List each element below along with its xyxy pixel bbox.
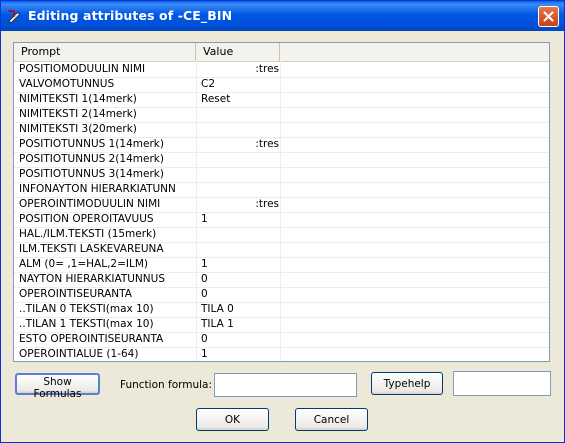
- table-row[interactable]: ..TILAN 0 TEKSTI(max 10) TILA 0: [14, 302, 549, 318]
- table-row[interactable]: NIMITEKSTI 3(20merk): [14, 122, 549, 138]
- row-value[interactable]: 1: [201, 257, 279, 272]
- row-prompt: NAYTON HIERARKIATUNNUS: [19, 273, 165, 285]
- row-prompt: HAL./ILM.TEKSTI (15merk): [19, 228, 157, 240]
- row-value[interactable]: C2: [201, 77, 279, 92]
- dialog-window: Editing attributes of -CE_BIN Prompt Val…: [0, 0, 565, 443]
- row-value[interactable]: :tres: [201, 62, 279, 77]
- attributes-list[interactable]: Prompt Value POSITIOMODUULIN NIMI:tres VA…: [13, 42, 550, 362]
- row-value[interactable]: TILA 0: [201, 302, 279, 317]
- table-row[interactable]: POSITIOMODUULIN NIMI :tres: [14, 62, 549, 78]
- row-value[interactable]: TILA 1: [201, 317, 279, 332]
- row-value[interactable]: 1: [201, 347, 279, 361]
- column-header-prompt[interactable]: Prompt: [14, 43, 196, 61]
- close-button[interactable]: [538, 6, 559, 27]
- row-value[interactable]: [201, 167, 279, 182]
- row-prompt: POSITIOTUNNUS 2(14merk): [19, 153, 164, 165]
- row-value[interactable]: [201, 122, 279, 137]
- table-row[interactable]: ..TILAN 1 TEKSTI(max 10) TILA 1: [14, 317, 549, 333]
- row-value[interactable]: [201, 227, 279, 242]
- row-value[interactable]: [201, 107, 279, 122]
- row-prompt: POSITION OPEROITAVUUS: [19, 213, 154, 225]
- row-prompt: ..TILAN 1 TEKSTI(max 10): [19, 318, 154, 330]
- row-prompt: NIMITEKSTI 2(14merk): [19, 108, 137, 120]
- window-title: Editing attributes of -CE_BIN: [28, 8, 233, 23]
- table-row[interactable]: POSITIOTUNNUS 1(14merk) :tres: [14, 137, 549, 153]
- row-prompt: NIMITEKSTI 3(20merk): [19, 123, 137, 135]
- row-prompt: OPEROINTISEURANTA: [19, 288, 132, 300]
- table-row[interactable]: NAYTON HIERARKIATUNNUS 0: [14, 272, 549, 288]
- table-row[interactable]: POSITION OPEROITAVUUS 1: [14, 212, 549, 228]
- row-value[interactable]: Reset: [201, 92, 279, 107]
- table-row[interactable]: ESTO OPEROINTISEURANTA 0: [14, 332, 549, 348]
- row-prompt: ILM.TEKSTI LASKEVAREUNA: [19, 243, 164, 255]
- row-prompt: ..TILAN 0 TEKSTI(max 10): [19, 303, 154, 315]
- function-formula-label: Function formula:: [120, 379, 213, 391]
- ok-button[interactable]: OK: [196, 408, 269, 431]
- row-value[interactable]: [201, 152, 279, 167]
- typehelp-button[interactable]: Typehelp: [371, 372, 443, 395]
- table-row[interactable]: NIMITEKSTI 2(14merk): [14, 107, 549, 123]
- row-prompt: OPEROINTIALUE (1-64): [19, 348, 139, 360]
- row-prompt: ESTO OPEROINTISEURANTA: [19, 333, 164, 345]
- table-row[interactable]: HAL./ILM.TEKSTI (15merk): [14, 227, 549, 243]
- row-prompt: NIMITEKSTI 1(14merk): [19, 93, 137, 105]
- row-value[interactable]: :tres: [201, 137, 279, 152]
- table-row[interactable]: ALM (0= ,1=HAL,2=ILM) 1: [14, 257, 549, 273]
- table-row[interactable]: ILM.TEKSTI LASKEVAREUNA: [14, 242, 549, 258]
- table-row[interactable]: OPEROINTIMODUULIN NIMI :tres: [14, 197, 549, 213]
- row-prompt: OPEROINTIMODUULIN NIMI: [19, 198, 161, 210]
- close-icon: [543, 11, 554, 22]
- table-row[interactable]: NIMITEKSTI 1(14merk) Reset: [14, 92, 549, 108]
- list-header: Prompt Value: [14, 43, 549, 62]
- row-value[interactable]: 1: [201, 212, 279, 227]
- row-prompt: VALVOMOTUNNUS: [19, 78, 115, 90]
- column-header-value[interactable]: Value: [196, 43, 280, 61]
- row-value[interactable]: [201, 242, 279, 257]
- table-row[interactable]: OPEROINTISEURANTA 0: [14, 287, 549, 303]
- title-bar[interactable]: Editing attributes of -CE_BIN: [1, 1, 564, 31]
- app-icon: [6, 8, 22, 24]
- table-row[interactable]: OPEROINTIALUE (1-64) 1: [14, 347, 549, 361]
- row-prompt: ALM (0= ,1=HAL,2=ILM): [19, 258, 149, 270]
- cancel-button[interactable]: Cancel: [295, 408, 368, 431]
- row-prompt: POSITIOTUNNUS 3(14merk): [19, 168, 164, 180]
- row-value[interactable]: 0: [201, 332, 279, 347]
- row-value[interactable]: :tres: [201, 197, 279, 212]
- row-value[interactable]: 0: [201, 272, 279, 287]
- row-value[interactable]: 0: [201, 287, 279, 302]
- table-row[interactable]: VALVOMOTUNNUS C2: [14, 77, 549, 93]
- typehelp-field[interactable]: [453, 371, 551, 396]
- table-row[interactable]: INFONAYTON HIERARKIATUNN: [14, 182, 549, 198]
- function-formula-field[interactable]: [214, 373, 357, 397]
- row-prompt: POSITIOMODUULIN NIMI: [19, 63, 146, 75]
- row-prompt: POSITIOTUNNUS 1(14merk): [19, 138, 164, 150]
- show-formulas-button[interactable]: Show Formulas: [15, 373, 100, 400]
- table-row[interactable]: POSITIOTUNNUS 2(14merk): [14, 152, 549, 168]
- row-prompt: INFONAYTON HIERARKIATUNN: [19, 183, 176, 195]
- table-row[interactable]: POSITIOTUNNUS 3(14merk): [14, 167, 549, 183]
- row-value[interactable]: [201, 182, 279, 197]
